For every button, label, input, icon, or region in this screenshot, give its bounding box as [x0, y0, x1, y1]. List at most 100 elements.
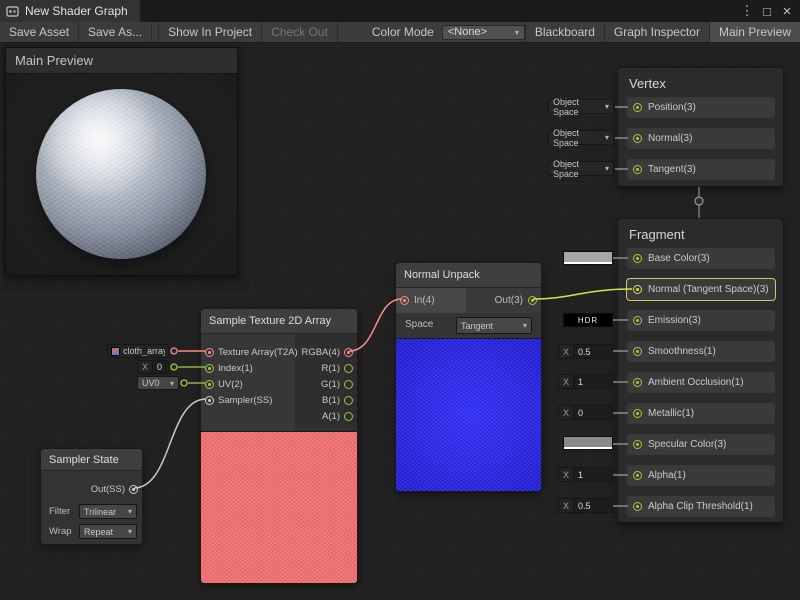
- alpha-port[interactable]: [633, 471, 642, 480]
- wrap-label: Wrap: [49, 526, 72, 537]
- sample-node-title[interactable]: Sample Texture 2D Array: [201, 309, 357, 334]
- input-uv[interactable]: UV(2): [205, 376, 243, 392]
- color-mode-label: Color Mode: [364, 25, 442, 39]
- output-b[interactable]: B(1): [322, 392, 353, 408]
- fragment-slot-alpha-clip[interactable]: Alpha Clip Threshold(1): [627, 496, 775, 517]
- position-space-dropdown[interactable]: Object Space▾: [548, 99, 614, 114]
- fragment-slot-base-color[interactable]: Base Color(3): [627, 248, 775, 269]
- alpha-clip-field[interactable]: X0.5: [558, 498, 613, 513]
- smoothness-port[interactable]: [633, 347, 642, 356]
- uv-out-dot[interactable]: [181, 380, 187, 386]
- main-preview-toggle-button[interactable]: Main Preview: [709, 22, 800, 42]
- normal-unpack-output[interactable]: Out(3): [466, 288, 541, 313]
- graph-canvas[interactable]: Vertex Position(3) Normal(3) Tangent(3) …: [0, 43, 800, 600]
- out-port[interactable]: [528, 296, 537, 305]
- close-icon[interactable]: ×: [778, 3, 796, 20]
- show-in-project-button[interactable]: Show In Project: [158, 22, 262, 42]
- emission-hdr-swatch[interactable]: HDR: [563, 313, 613, 327]
- fragment-slot-specular-color[interactable]: Specular Color(3): [627, 434, 775, 455]
- g-port[interactable]: [344, 380, 353, 389]
- edge-samplerstate-to-sampler[interactable]: [134, 399, 206, 488]
- tangent-space-dropdown[interactable]: Object Space▾: [548, 161, 614, 176]
- in-port[interactable]: [400, 296, 409, 305]
- normal-unpack-title[interactable]: Normal Unpack: [396, 263, 541, 288]
- chevron-down-icon: ▾: [128, 507, 132, 516]
- smoothness-field[interactable]: X0.5: [558, 344, 613, 359]
- base-color-swatch[interactable]: [563, 251, 613, 265]
- normal-unpack-node[interactable]: Normal Unpack In(4) Out(3) Space Tangent…: [395, 262, 542, 491]
- save-as-button[interactable]: Save As...: [79, 22, 152, 42]
- sampler-state-title[interactable]: Sampler State: [41, 449, 142, 471]
- window-title: New Shader Graph: [25, 4, 128, 18]
- vertex-fragment-link-handle[interactable]: [695, 197, 703, 205]
- sampler-state-output[interactable]: Out(SS): [91, 481, 138, 497]
- specular-color-swatch[interactable]: [563, 436, 613, 450]
- uv-port[interactable]: [205, 380, 214, 389]
- texture-array-port[interactable]: [205, 348, 214, 357]
- position-port[interactable]: [633, 103, 642, 112]
- output-rgba[interactable]: RGBA(4): [301, 344, 353, 360]
- index-field[interactable]: X0: [137, 360, 169, 374]
- vertex-slot-tangent[interactable]: Tangent(3): [627, 159, 775, 180]
- sample-texture-2d-array-node[interactable]: Sample Texture 2D Array Texture Array(T2…: [200, 308, 358, 583]
- output-r[interactable]: R(1): [322, 360, 353, 376]
- texture-array-field[interactable]: cloth_array: [107, 344, 169, 358]
- emission-port[interactable]: [633, 316, 642, 325]
- input-sampler[interactable]: Sampler(SS): [205, 392, 272, 408]
- input-texture-array[interactable]: Texture Array(T2A): [205, 344, 298, 360]
- normal-space-dropdown[interactable]: Object Space▾: [548, 130, 614, 145]
- sampler-state-node[interactable]: Sampler State Out(SS) Filter Trilinear▾ …: [40, 448, 143, 545]
- output-g[interactable]: G(1): [321, 376, 353, 392]
- specular-color-port[interactable]: [633, 440, 642, 449]
- base-color-port[interactable]: [633, 254, 642, 263]
- graph-inspector-toggle-button[interactable]: Graph Inspector: [604, 22, 709, 42]
- color-mode-value: <None>: [448, 26, 487, 38]
- metallic-port[interactable]: [633, 409, 642, 418]
- normal-port[interactable]: [633, 134, 642, 143]
- metallic-field[interactable]: X0: [558, 405, 613, 420]
- ambient-occlusion-field[interactable]: X1: [558, 374, 613, 389]
- fragment-slot-metallic[interactable]: Metallic(1): [627, 403, 775, 424]
- blackboard-toggle-button[interactable]: Blackboard: [525, 22, 604, 42]
- fragment-node[interactable]: Fragment Base Color(3) Normal (Tangent S…: [617, 218, 784, 523]
- normal-tangent-port[interactable]: [633, 285, 642, 294]
- main-preview-header[interactable]: Main Preview: [6, 48, 237, 74]
- maximize-icon[interactable]: □: [758, 4, 776, 19]
- sampler-input-port[interactable]: [205, 396, 214, 405]
- fragment-slot-normal[interactable]: Normal (Tangent Space)(3): [627, 279, 775, 300]
- r-port[interactable]: [344, 364, 353, 373]
- preview-sphere: [36, 89, 206, 259]
- index-port[interactable]: [205, 364, 214, 373]
- vertex-node[interactable]: Vertex Position(3) Normal(3) Tangent(3): [617, 67, 784, 187]
- filter-dropdown[interactable]: Trilinear▾: [79, 504, 137, 519]
- b-port[interactable]: [344, 396, 353, 405]
- chevron-down-icon: ▾: [605, 102, 609, 111]
- vertex-slot-normal[interactable]: Normal(3): [627, 128, 775, 149]
- color-mode-dropdown[interactable]: <None> ▾: [442, 25, 525, 40]
- wrap-dropdown[interactable]: Repeat▾: [79, 524, 137, 539]
- window-controls: ⋮ □ ×: [738, 3, 800, 20]
- ambient-occlusion-port[interactable]: [633, 378, 642, 387]
- uv-channel-dropdown[interactable]: UV0▾: [137, 376, 179, 390]
- alpha-clip-port[interactable]: [633, 502, 642, 511]
- a-port[interactable]: [344, 412, 353, 421]
- out-ss-port[interactable]: [129, 485, 138, 494]
- texture-array-out-dot[interactable]: [171, 348, 177, 354]
- vertex-slot-position[interactable]: Position(3): [627, 97, 775, 118]
- rgba-port[interactable]: [344, 348, 353, 357]
- fragment-slot-alpha[interactable]: Alpha(1): [627, 465, 775, 486]
- fragment-slot-emission[interactable]: Emission(3): [627, 310, 775, 331]
- input-index[interactable]: Index(1): [205, 360, 253, 376]
- fragment-slot-ambient-occlusion[interactable]: Ambient Occlusion(1): [627, 372, 775, 393]
- chevron-down-icon: ▾: [605, 164, 609, 173]
- fragment-slot-smoothness[interactable]: Smoothness(1): [627, 341, 775, 362]
- alpha-field[interactable]: X1: [558, 467, 613, 482]
- kebab-menu-icon[interactable]: ⋮: [738, 3, 756, 19]
- normal-unpack-input[interactable]: In(4): [396, 288, 468, 313]
- save-asset-button[interactable]: Save Asset: [0, 22, 79, 42]
- space-dropdown[interactable]: Tangent▾: [456, 317, 532, 334]
- window-tab[interactable]: New Shader Graph: [0, 0, 140, 22]
- tangent-port[interactable]: [633, 165, 642, 174]
- output-a[interactable]: A(1): [322, 408, 353, 424]
- index-out-dot[interactable]: [171, 364, 177, 370]
